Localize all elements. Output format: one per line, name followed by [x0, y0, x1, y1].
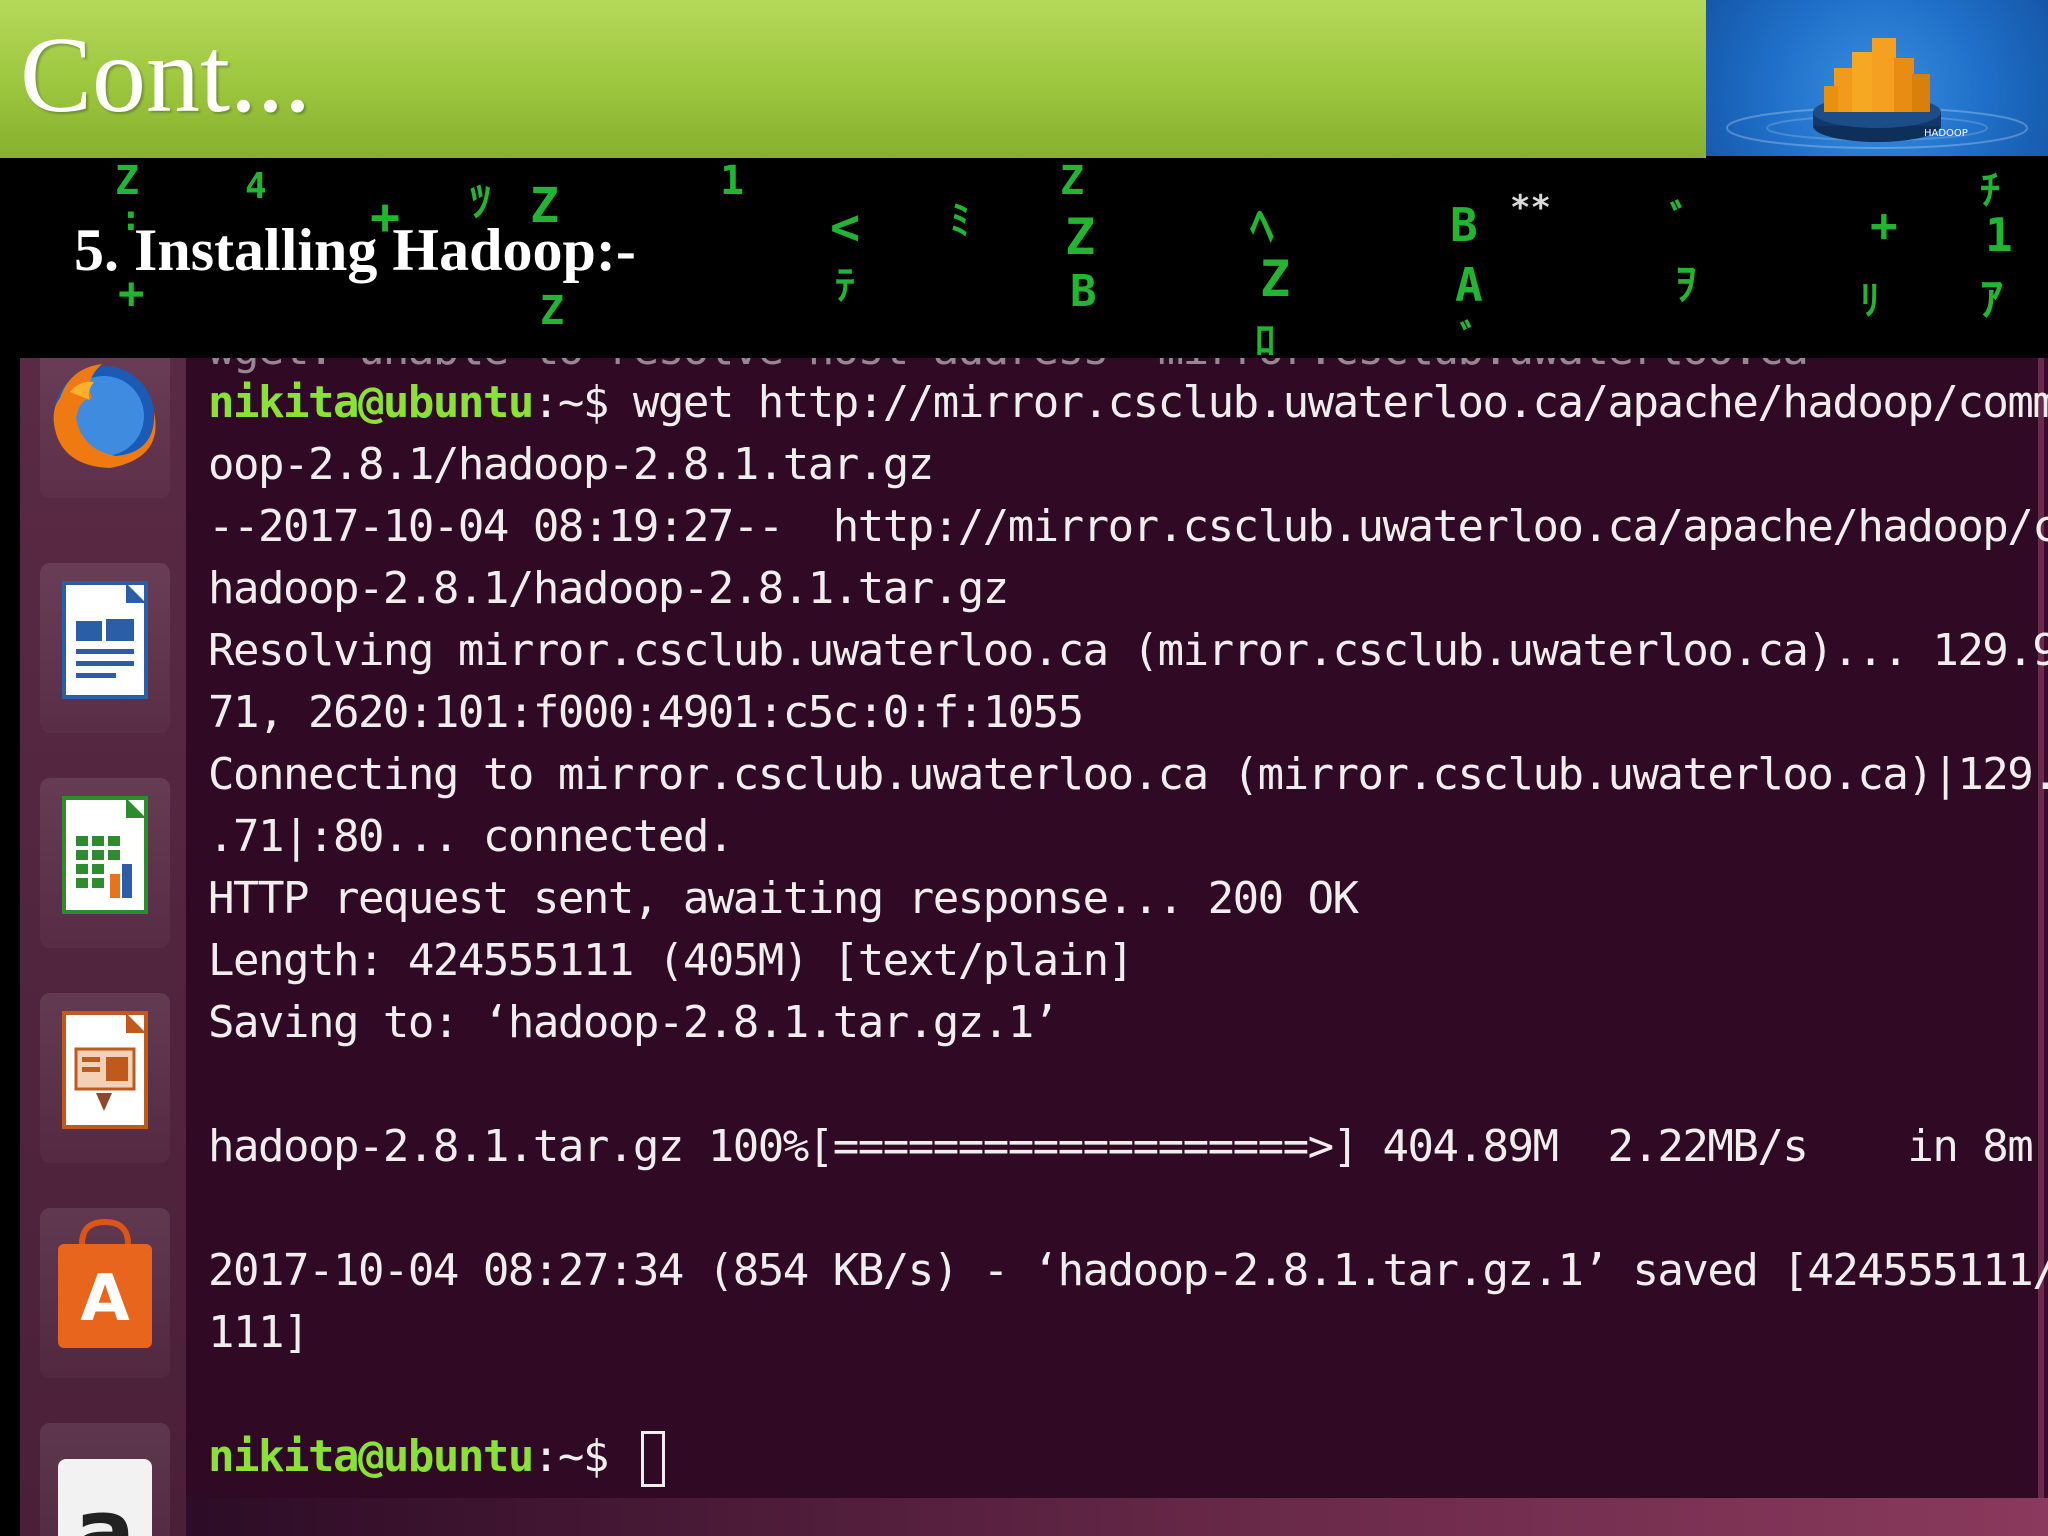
- terminal-cursor: [640, 1431, 665, 1487]
- terminal-line: Saving to: ‘hadoop-2.8.1.tar.gz.1’: [208, 992, 2028, 1054]
- hadoop-elephant-buildings-logo-icon: HADOOP: [1726, 38, 2028, 149]
- svg-text:HADOOP: HADOOP: [1924, 128, 1968, 139]
- ubuntu-launcher: A a: [20, 358, 186, 1536]
- terminal-line-text: Saving to: ‘hadoop-2.8.1.tar.gz.1’: [208, 997, 1059, 1048]
- terminal-line-text: 2017-10-04 08:27:34 (854 KB/s) - ‘hadoop…: [208, 1245, 2048, 1296]
- terminal-line-text: Resolving mirror.csclub.uwaterloo.ca (mi…: [208, 625, 2048, 676]
- slide-title: Cont...: [20, 16, 312, 135]
- terminal-prompt-user: nikita@ubuntu: [208, 377, 534, 428]
- amazon-icon: a: [58, 1459, 152, 1536]
- launcher-calc[interactable]: [40, 778, 170, 948]
- terminal-line: Length: 424555111 (405M) [text/plain]: [208, 930, 2028, 992]
- terminal-output: nikita@ubuntu:~$ wget http://mirror.cscl…: [208, 372, 2048, 1488]
- terminal-line: .71|:80... connected.: [208, 806, 2028, 868]
- terminal-line: Connecting to mirror.csclub.uwaterloo.ca…: [208, 744, 2048, 806]
- ubuntu-software-icon: A: [58, 1218, 152, 1348]
- slide-title-bar: Cont...: [0, 0, 1706, 161]
- terminal-prompt-suffix: :~$: [532, 1431, 609, 1482]
- desktop-wallpaper-strip: [186, 1498, 2048, 1536]
- launcher-software[interactable]: A: [40, 1208, 170, 1378]
- terminal-line-text: oop-2.8.1/hadoop-2.8.1.tar.gz: [208, 439, 934, 490]
- terminal-line: hadoop-2.8.1/hadoop-2.8.1.tar.gz: [208, 558, 2028, 620]
- terminal-line: 71, 2620:101:f000:4901:c5c:0:f:1055: [208, 682, 2028, 744]
- firefox-icon: [53, 364, 156, 468]
- terminal-line-text: hadoop-2.8.1/hadoop-2.8.1.tar.gz: [208, 563, 1009, 614]
- svg-text:a: a: [75, 1480, 136, 1536]
- terminal-line-text: HTTP request sent, awaiting response... …: [208, 873, 1359, 924]
- terminal-window[interactable]: wget: unable to resolve host address ‘mi…: [186, 358, 2048, 1498]
- launcher-writer[interactable]: [40, 563, 170, 733]
- libreoffice-calc-icon: [62, 796, 148, 914]
- libreoffice-writer-icon: [62, 581, 148, 699]
- launcher-amazon[interactable]: a: [40, 1423, 170, 1536]
- svg-text:A: A: [80, 1262, 130, 1336]
- terminal-line-text: hadoop-2.8.1.tar.gz 100%[===============…: [208, 1121, 2048, 1172]
- terminal-prompt-suffix: :~$: [532, 377, 609, 428]
- launcher-impress[interactable]: [40, 993, 170, 1163]
- hadoop-logo: HADOOP: [1706, 0, 2048, 156]
- launcher-firefox[interactable]: [40, 358, 170, 498]
- terminal-line: HTTP request sent, awaiting response... …: [208, 868, 2028, 930]
- terminal-line-text: Connecting to mirror.csclub.uwaterloo.ca…: [208, 749, 2048, 800]
- terminal-line: Resolving mirror.csclub.uwaterloo.ca (mi…: [208, 620, 2048, 682]
- terminal-line-text: wget http://mirror.csclub.uwaterloo.ca/a…: [607, 377, 2048, 428]
- terminal-line: 2017-10-04 08:27:34 (854 KB/s) - ‘hadoop…: [208, 1240, 2048, 1302]
- section-heading: 5. Installing Hadoop:-: [74, 217, 636, 283]
- terminal-line: nikita@ubuntu:~$ wget http://mirror.cscl…: [208, 372, 2048, 434]
- terminal-line: nikita@ubuntu:~$: [208, 1426, 2028, 1488]
- terminal-prompt-user: nikita@ubuntu: [208, 1431, 534, 1482]
- ubuntu-terminal-screenshot: A a wget: unable to resolve host address…: [20, 358, 2048, 1536]
- terminal-line: hadoop-2.8.1.tar.gz 100%[===============…: [208, 1116, 2034, 1178]
- terminal-line-text: [608, 1431, 633, 1482]
- terminal-line-text: Length: 424555111 (405M) [text/plain]: [208, 935, 1134, 986]
- terminal-line-text: --2017-10-04 08:19:27-- http://mirror.cs…: [208, 501, 2048, 552]
- libreoffice-impress-icon: [62, 1011, 148, 1129]
- terminal-line-text: .71|:80... connected.: [208, 811, 734, 862]
- terminal-line: oop-2.8.1/hadoop-2.8.1.tar.gz: [208, 434, 2028, 496]
- terminal-line: --2017-10-04 08:19:27-- http://mirror.cs…: [208, 496, 2048, 558]
- terminal-line-text: 71, 2620:101:f000:4901:c5c:0:f:1055: [208, 687, 1084, 738]
- terminal-line-text: 111]: [208, 1307, 309, 1358]
- terminal-line: 111]: [208, 1302, 2028, 1364]
